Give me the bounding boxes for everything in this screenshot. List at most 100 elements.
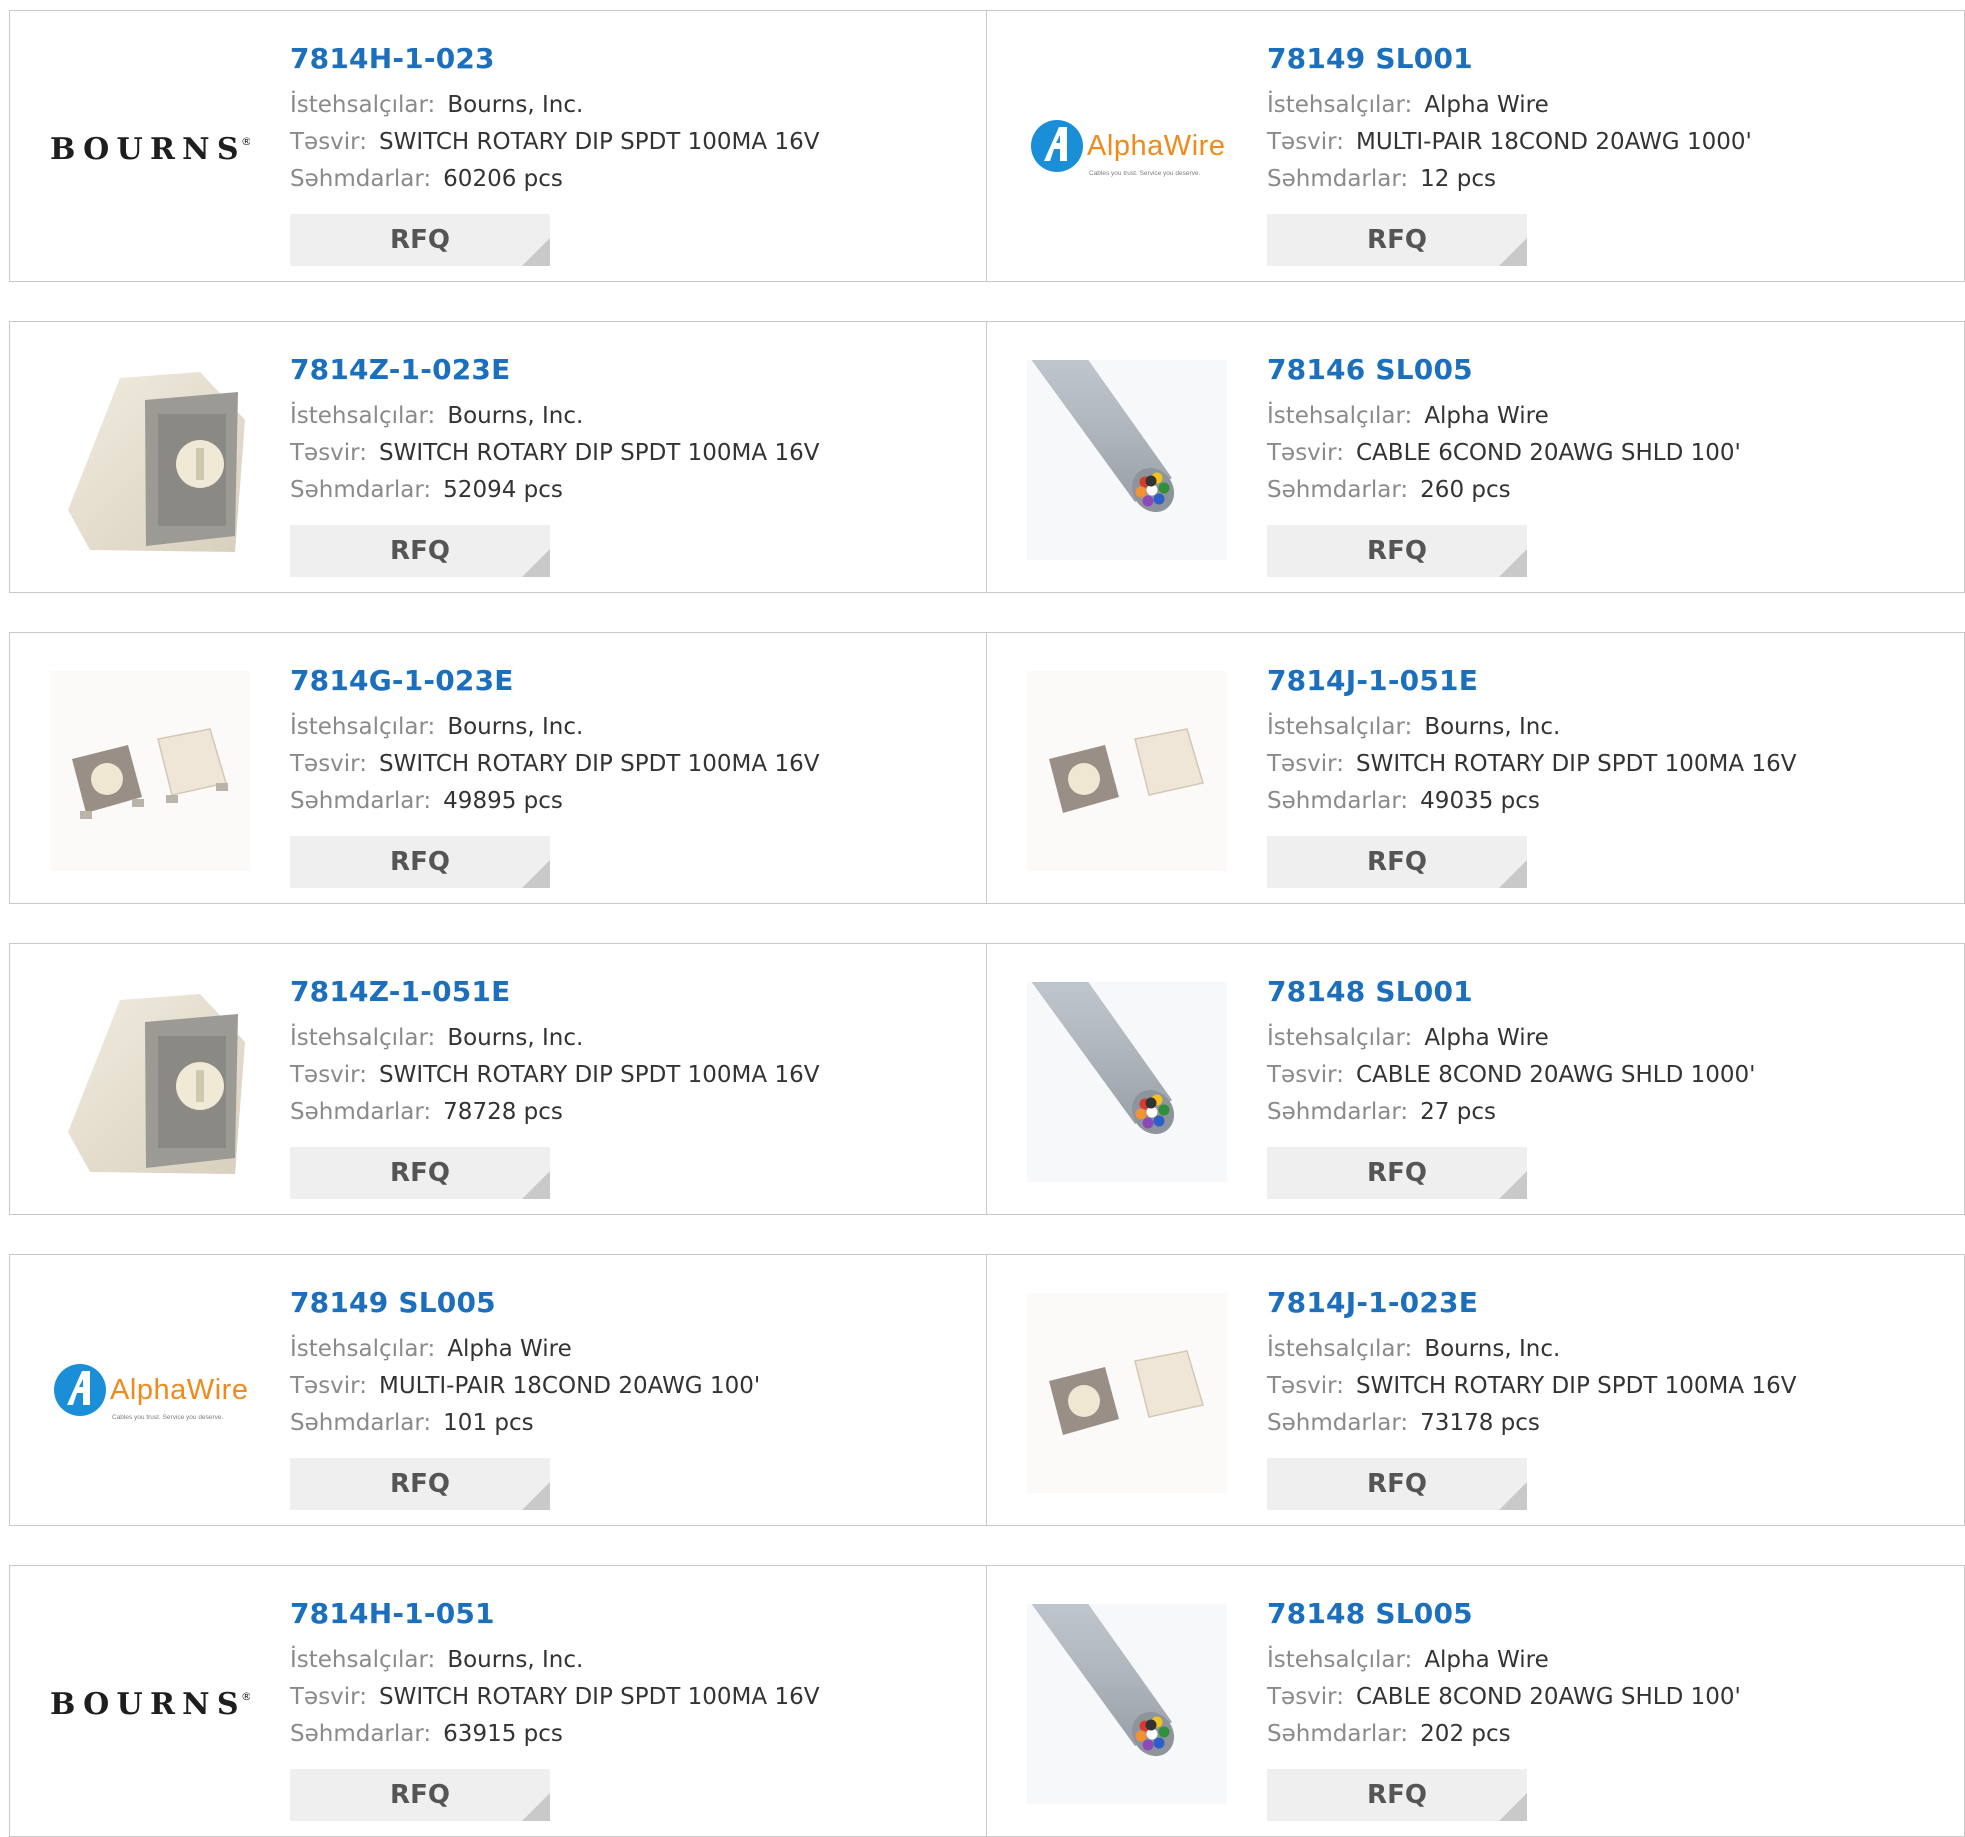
product-image[interactable] [1027,1604,1227,1804]
rfq-button[interactable]: RFQ [1267,836,1527,888]
product-image[interactable] [1027,360,1227,560]
product-row: 7814Z-1-051E İstehsalçılar: Bourns, Inc. Tə… [9,943,1965,1215]
rfq-button[interactable]: RFQ [1267,1769,1527,1821]
manufacturer-label: İstehsalçılar: [1267,1647,1413,1673]
rfq-button-label: RFQ [390,225,450,255]
bourns-logo-mark: ® [241,135,250,148]
description-label: Təsvir: [1267,440,1344,466]
product-image[interactable]: AlphaWire Cables you trust. Service you d… [50,1293,250,1493]
rfq-button[interactable]: RFQ [290,1458,550,1510]
rfq-button[interactable]: RFQ [290,214,550,266]
stock-label: Səhmdarlar: [290,788,432,814]
product-row: BOURNS ® 7814H-1-051 İstehsalçılar: Bourns, … [9,1565,1965,1837]
product-image[interactable]: AlphaWire Cables you trust. Service you d… [1027,49,1227,249]
stock-label: Səhmdarlar: [290,1721,432,1747]
part-number-link[interactable]: 7814Z-1-051E [290,974,976,1010]
cable-photo-icon [1027,1604,1227,1804]
manufacturer-value: Bourns, Inc. [447,92,584,118]
manufacturer-value: Bourns, Inc. [1424,1336,1561,1362]
rfq-button[interactable]: RFQ [290,525,550,577]
product-card: 78148 SL001 İstehsalçılar: Alpha Wire Təsvi… [986,943,1965,1215]
description-label: Təsvir: [1267,129,1344,155]
product-card: 78146 SL005 İstehsalçılar: Alpha Wire Təsvi… [986,321,1965,593]
product-image[interactable] [1027,1293,1227,1493]
stock-value: 78728 pcs [443,1099,563,1125]
stock-row: Səhmdarlar: 78728 pcs [290,1094,976,1131]
rfq-button[interactable]: RFQ [1267,214,1527,266]
alphawire-logo-icon: AlphaWire Cables you trust. Service you d… [1031,120,1225,177]
bourns-logo-icon: BOURNS ® [50,132,250,167]
stock-value: 49035 pcs [1420,788,1540,814]
description-row: Təsvir: SWITCH ROTARY DIP SPDT 100MA 16V [290,746,976,783]
part-number-link[interactable]: 78149 SL005 [290,1285,976,1321]
description-value: CABLE 8COND 20AWG SHLD 1000' [1356,1062,1756,1088]
stock-label: Səhmdarlar: [290,1410,432,1436]
part-number-link[interactable]: 78148 SL005 [1267,1596,1954,1632]
manufacturer-row: İstehsalçılar: Alpha Wire [1267,87,1954,124]
rotary-switch-pair-photo-icon [1027,671,1227,871]
bourns-logo-text: BOURNS [50,132,240,167]
product-card: 7814G-1-023E İstehsalçılar: Bourns, Inc. Tə… [9,632,987,904]
part-number-link[interactable]: 7814J-1-051E [1267,663,1954,699]
rfq-button-label: RFQ [390,1780,450,1810]
product-card: BOURNS ® 7814H-1-023 İstehsalçılar: Bourns, … [9,10,987,282]
part-number-link[interactable]: 7814G-1-023E [290,663,976,699]
description-label: Təsvir: [290,1062,367,1088]
part-number-link[interactable]: 7814Z-1-023E [290,352,976,388]
part-number-link[interactable]: 7814H-1-051 [290,1596,976,1632]
product-image[interactable] [1027,671,1227,871]
product-image[interactable] [50,982,250,1182]
manufacturer-row: İstehsalçılar: Bourns, Inc. [290,398,976,435]
part-number-link[interactable]: 7814J-1-023E [1267,1285,1954,1321]
rfq-button[interactable]: RFQ [290,836,550,888]
stock-row: Səhmdarlar: 101 pcs [290,1405,976,1442]
stock-value: 60206 pcs [443,166,563,192]
manufacturer-row: İstehsalçılar: Alpha Wire [1267,1020,1954,1057]
description-label: Təsvir: [290,129,367,155]
product-image[interactable]: BOURNS ® [50,1604,250,1804]
product-info: 78146 SL005 İstehsalçılar: Alpha Wire Təsvi… [1267,352,1954,577]
stock-row: Səhmdarlar: 73178 pcs [1267,1405,1954,1442]
description-value: MULTI-PAIR 18COND 20AWG 100' [379,1373,761,1399]
part-number-link[interactable]: 78146 SL005 [1267,352,1954,388]
manufacturer-label: İstehsalçılar: [290,1025,436,1051]
description-label: Təsvir: [290,440,367,466]
description-label: Təsvir: [290,1684,367,1710]
product-info: 7814Z-1-023E İstehsalçılar: Bourns, Inc. Tə… [290,352,976,577]
product-image[interactable]: BOURNS ® [50,49,250,249]
rfq-corner-triangle [522,238,550,266]
rfq-button[interactable]: RFQ [290,1769,550,1821]
rfq-button[interactable]: RFQ [1267,1458,1527,1510]
rfq-button[interactable]: RFQ [1267,1147,1527,1199]
stock-label: Səhmdarlar: [1267,166,1409,192]
manufacturer-value: Bourns, Inc. [447,714,584,740]
description-label: Təsvir: [290,751,367,777]
rfq-button[interactable]: RFQ [1267,525,1527,577]
alphawire-logo-text: AlphaWire [110,1374,248,1406]
product-card: 7814Z-1-051E İstehsalçılar: Bourns, Inc. Tə… [9,943,987,1215]
description-value: CABLE 8COND 20AWG SHLD 100' [1356,1684,1741,1710]
stock-row: Səhmdarlar: 202 pcs [1267,1716,1954,1753]
product-image[interactable] [1027,982,1227,1182]
product-info: 78149 SL005 İstehsalçılar: Alpha Wire Təsvi… [290,1285,976,1510]
stock-value: 101 pcs [443,1410,534,1436]
rfq-button[interactable]: RFQ [290,1147,550,1199]
part-number-link[interactable]: 78149 SL001 [1267,41,1954,77]
product-info: 7814H-1-051 İstehsalçılar: Bourns, Inc. Təs… [290,1596,976,1821]
manufacturer-row: İstehsalçılar: Bourns, Inc. [290,87,976,124]
manufacturer-value: Bourns, Inc. [1424,714,1561,740]
product-image[interactable] [50,671,250,871]
manufacturer-label: İstehsalçılar: [290,92,436,118]
stock-row: Səhmdarlar: 63915 pcs [290,1716,976,1753]
description-row: Təsvir: SWITCH ROTARY DIP SPDT 100MA 16V [1267,746,1954,783]
product-image[interactable] [50,360,250,560]
rfq-corner-triangle [1499,1482,1527,1510]
product-grid: BOURNS ® 7814H-1-023 İstehsalçılar: Bourns, … [0,0,1965,1837]
rfq-corner-triangle [522,1793,550,1821]
rfq-corner-triangle [522,549,550,577]
manufacturer-value: Alpha Wire [447,1336,572,1362]
part-number-link[interactable]: 78148 SL001 [1267,974,1954,1010]
part-number-link[interactable]: 7814H-1-023 [290,41,976,77]
product-info: 78149 SL001 İstehsalçılar: Alpha Wire Təsvi… [1267,41,1954,266]
stock-value: 12 pcs [1420,166,1496,192]
